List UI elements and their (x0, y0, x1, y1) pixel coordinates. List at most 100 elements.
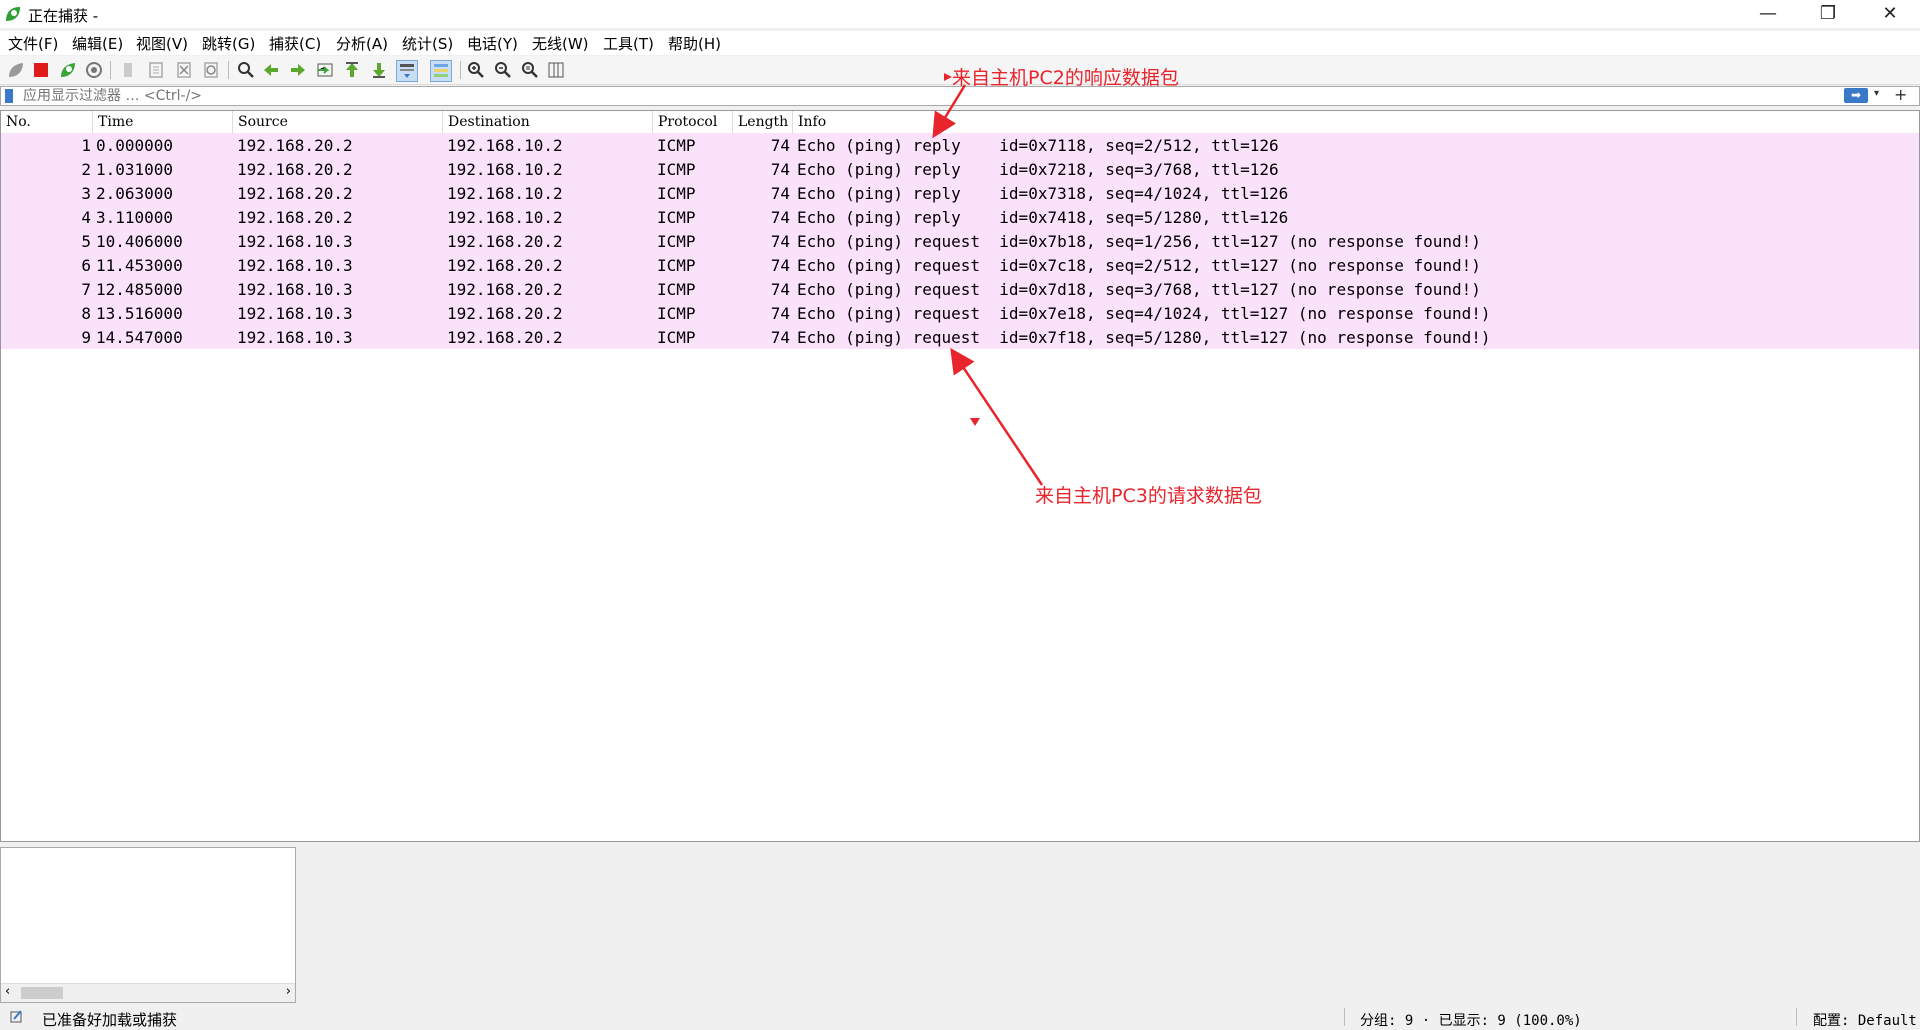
scroll-thumb[interactable] (21, 987, 63, 999)
save-file-icon[interactable] (146, 60, 166, 80)
status-ready-text: 已准备好加载或捕获 (42, 1011, 178, 1029)
find-packet-icon[interactable] (236, 60, 256, 80)
cell-time: 12.485000 (96, 280, 183, 299)
cell-no: 5 (81, 232, 91, 251)
minimize-button[interactable]: — (1740, 0, 1796, 28)
close-button[interactable]: ✕ (1862, 0, 1918, 28)
cell-time: 1.031000 (96, 160, 174, 179)
column-divider[interactable] (92, 111, 93, 133)
menu-tools[interactable]: 工具(T) (603, 33, 654, 54)
cell-no: 6 (81, 256, 91, 275)
column-divider[interactable] (232, 111, 233, 133)
zoom-out-icon[interactable] (493, 60, 513, 80)
column-protocol[interactable]: Protocol (658, 114, 717, 130)
menu-wireless[interactable]: 无线(W) (532, 33, 589, 54)
cell-protocol: ICMP (657, 208, 696, 227)
filter-dropdown-icon[interactable]: ▾ (1874, 88, 1879, 99)
column-divider[interactable] (792, 111, 793, 133)
table-row[interactable]: 5 10.406000 192.168.10.3 192.168.20.2 IC… (1, 229, 1919, 253)
packet-details-pane[interactable]: ‹ › (0, 847, 296, 1003)
cell-length: 74 (770, 232, 790, 251)
column-no[interactable]: No. (6, 114, 31, 130)
reload-icon[interactable] (201, 60, 221, 80)
table-row[interactable]: 7 12.485000 192.168.10.3 192.168.20.2 IC… (1, 277, 1919, 301)
last-packet-icon[interactable] (369, 60, 389, 80)
column-destination[interactable]: Destination (448, 114, 530, 130)
go-to-packet-icon[interactable] (315, 60, 335, 80)
cell-source: 192.168.10.3 (237, 232, 353, 251)
cell-destination: 192.168.20.2 (447, 328, 563, 347)
column-time[interactable]: Time (98, 114, 133, 130)
cell-length: 74 (770, 184, 790, 203)
open-file-icon[interactable] (118, 60, 138, 80)
bookmark-icon[interactable] (5, 89, 13, 103)
cell-info: Echo (ping) reply id=0x7118, seq=2/512, … (797, 136, 1279, 155)
menu-capture[interactable]: 捕获(C) (269, 33, 321, 54)
add-filter-button-icon[interactable]: + (1894, 85, 1907, 104)
expert-info-icon[interactable] (10, 1009, 24, 1023)
cell-destination: 192.168.10.2 (447, 208, 563, 227)
start-capture-icon[interactable] (6, 60, 26, 80)
resize-columns-icon[interactable] (546, 60, 566, 80)
autoscroll-icon[interactable] (396, 60, 418, 82)
column-divider[interactable] (652, 111, 653, 133)
cell-length: 74 (770, 280, 790, 299)
table-row[interactable]: 1 0.000000 192.168.20.2 192.168.10.2 ICM… (1, 133, 1919, 157)
cell-protocol: ICMP (657, 160, 696, 179)
cell-source: 192.168.20.2 (237, 160, 353, 179)
zoom-reset-icon[interactable] (520, 60, 540, 80)
status-divider (1796, 1008, 1797, 1026)
menu-go[interactable]: 跳转(G) (202, 33, 255, 54)
column-info[interactable]: Info (798, 114, 826, 130)
table-row[interactable]: 2 1.031000 192.168.20.2 192.168.10.2 ICM… (1, 157, 1919, 181)
close-file-icon[interactable] (174, 60, 194, 80)
window-title: 正在捕获 - (28, 7, 99, 25)
cell-length: 74 (770, 136, 790, 155)
zoom-in-icon[interactable] (466, 60, 486, 80)
cell-time: 2.063000 (96, 184, 174, 203)
cell-destination: 192.168.20.2 (447, 232, 563, 251)
table-row[interactable]: 8 13.516000 192.168.10.3 192.168.20.2 IC… (1, 301, 1919, 325)
menu-statistics[interactable]: 统计(S) (402, 33, 453, 54)
status-bar: 已准备好加载或捕获 分组: 9 · 已显示: 9 (100.0%) 配置: De… (0, 1005, 1920, 1030)
cell-no: 2 (81, 160, 91, 179)
display-filter-input[interactable] (23, 88, 1833, 104)
cell-info: Echo (ping) request id=0x7f18, seq=5/128… (797, 328, 1491, 347)
cell-protocol: ICMP (657, 184, 696, 203)
restart-capture-icon[interactable] (58, 60, 78, 80)
packet-rows: 1 0.000000 192.168.20.2 192.168.10.2 ICM… (1, 133, 1919, 349)
menu-telephony[interactable]: 电话(Y) (467, 33, 518, 54)
cell-length: 74 (770, 208, 790, 227)
column-divider[interactable] (442, 111, 443, 133)
table-row[interactable]: 9 14.547000 192.168.10.3 192.168.20.2 IC… (1, 325, 1919, 349)
table-row[interactable]: 4 3.110000 192.168.20.2 192.168.10.2 ICM… (1, 205, 1919, 229)
scroll-right-icon[interactable]: › (286, 984, 291, 999)
column-length[interactable]: Length (738, 114, 788, 130)
menu-analyze[interactable]: 分析(A) (336, 33, 388, 54)
stop-capture-icon[interactable] (31, 60, 51, 80)
cell-info: Echo (ping) request id=0x7d18, seq=3/768… (797, 280, 1481, 299)
menu-help[interactable]: 帮助(H) (668, 33, 721, 54)
scroll-left-icon[interactable]: ‹ (5, 984, 10, 999)
menu-view[interactable]: 视图(V) (136, 33, 188, 54)
apply-filter-arrow-icon[interactable]: ➡ (1844, 88, 1868, 103)
profile-text[interactable]: 配置: Default (1813, 1010, 1917, 1030)
cell-protocol: ICMP (657, 232, 696, 251)
menu-bar: 文件(F) 编辑(E) 视图(V) 跳转(G) 捕获(C) 分析(A) 统计(S… (0, 31, 1920, 55)
cell-info: Echo (ping) reply id=0x7318, seq=4/1024,… (797, 184, 1289, 203)
go-back-icon[interactable] (261, 60, 281, 80)
column-divider[interactable] (732, 111, 733, 133)
horizontal-scrollbar[interactable]: ‹ › (1, 983, 295, 1002)
table-row[interactable]: 3 2.063000 192.168.20.2 192.168.10.2 ICM… (1, 181, 1919, 205)
table-row[interactable]: 6 11.453000 192.168.10.3 192.168.20.2 IC… (1, 253, 1919, 277)
go-forward-icon[interactable] (288, 60, 308, 80)
cell-no: 1 (81, 136, 91, 155)
first-packet-icon[interactable] (342, 60, 362, 80)
menu-file[interactable]: 文件(F) (8, 33, 58, 54)
restore-button[interactable]: ❐ (1800, 0, 1856, 28)
capture-options-icon[interactable] (84, 60, 104, 80)
packet-list-header: No. Time Source Destination Protocol Len… (1, 111, 1919, 134)
colorize-icon[interactable] (430, 60, 452, 82)
column-source[interactable]: Source (238, 114, 288, 130)
menu-edit[interactable]: 编辑(E) (72, 33, 123, 54)
